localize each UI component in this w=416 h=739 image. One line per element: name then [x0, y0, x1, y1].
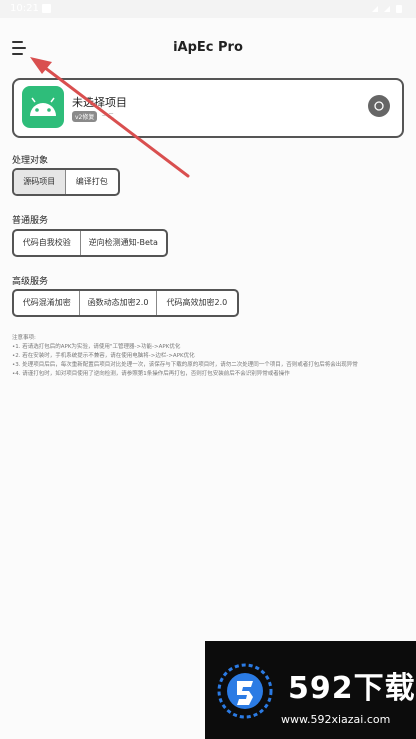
option-code-self-check[interactable]: 代码自我校验 [14, 231, 81, 255]
option-source-project[interactable]: 源码项目 [14, 170, 66, 194]
option-reverse-detection[interactable]: 逆向检测通知-Beta [81, 231, 166, 255]
advanced-service-group: 代码混淆加密 函数动态加密2.0 代码高效加密2.0 [12, 289, 239, 317]
page-title: iApEc Pro [173, 40, 243, 55]
app-header: iApEc Pro [0, 18, 416, 74]
note-item-4: •4. 请谨打包时，如对项目使用了逆向检测，请参照第1条操作后再打包，否则打包安… [12, 371, 290, 377]
status-bar: 10:21 [0, 0, 416, 18]
signal-wifi-battery-icon [372, 5, 402, 13]
notes-title: 注意事项: [12, 335, 36, 341]
option-code-obfuscation[interactable]: 代码混淆加密 [14, 291, 81, 315]
project-name: 未选择项目 [72, 96, 127, 109]
sync-icon [374, 101, 384, 111]
version-badge: v2修复 [72, 111, 98, 122]
project-selector-card[interactable]: 未选择项目 v2修复 一二 [12, 78, 404, 138]
watermark: 592下载 www.592xiazai.com [205, 641, 416, 739]
note-item-1: •1. 若请选打包后的APK为实验，请使用"工管理器->功能->APK优化 [12, 344, 181, 350]
normal-service-group: 代码自我校验 逆向检测通知-Beta [12, 229, 168, 257]
version-extra: 一二 [102, 113, 115, 120]
status-time: 10:21 [10, 3, 39, 14]
section-label-process-target: 处理对象 [12, 156, 49, 166]
option-code-efficient-encryption[interactable]: 代码高效加密2.0 [157, 291, 237, 315]
option-function-dynamic-encryption[interactable]: 函数动态加密2.0 [80, 291, 157, 315]
notes-section: 注意事项: •1. 若请选打包后的APK为实验，请使用"工管理器->功能->AP… [12, 334, 404, 379]
process-target-group: 源码项目 编译打包 [12, 168, 120, 196]
note-item-2: •2. 若在安装时，手机系统提示不兼容，请在使用电脑将->边栏->APK优化 [12, 353, 195, 359]
section-label-normal-service: 普通服务 [12, 216, 49, 226]
watermark-brand: 592下载 [288, 671, 416, 706]
section-label-advanced-service: 高级服务 [12, 277, 49, 287]
watermark-url: www.592xiazai.com [281, 713, 391, 726]
note-item-3: •3. 处理项目后后，每次重新配置后项目对比处理一次，该保存与下载的原的项目时，… [12, 362, 358, 368]
option-compile-package[interactable]: 编译打包 [66, 170, 118, 194]
sync-button[interactable] [368, 95, 390, 117]
android-icon [22, 86, 64, 128]
notification-icon [42, 4, 51, 13]
